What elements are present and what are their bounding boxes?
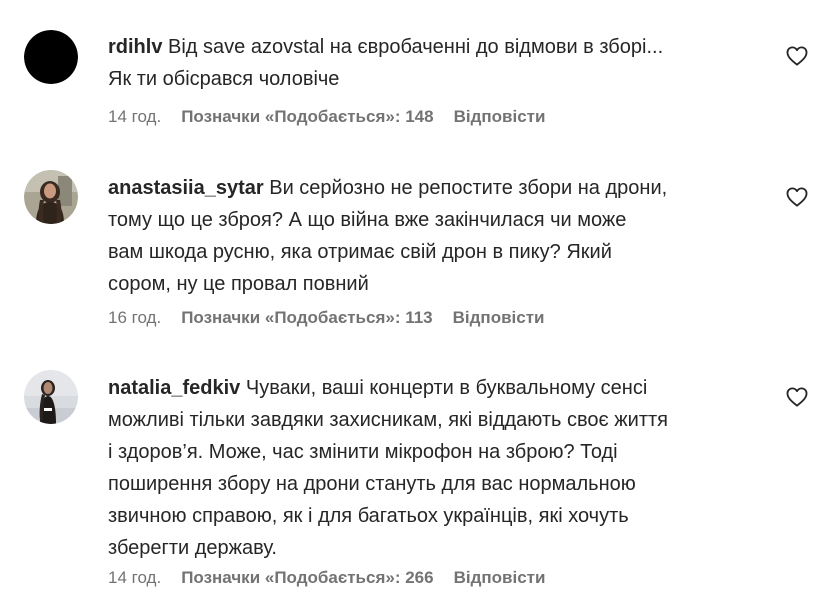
comment-item: anastasiia_sytar Ви серйозно не репостит… xyxy=(0,160,824,360)
comment-body: anastasiia_sytar Ви серйозно не репостит… xyxy=(108,172,768,300)
comment-likes[interactable]: Позначки «Подобається»: 266 xyxy=(181,568,433,588)
comment-item: natalia_fedkiv Чуваки, ваші концерти в б… xyxy=(0,360,824,600)
comment-username[interactable]: anastasiia_sytar xyxy=(108,177,264,199)
comment-meta: 16 год. Позначки «Подобається»: 113 Відп… xyxy=(108,308,545,328)
comment-body: rdihlv Від save azovstal на євробаченні … xyxy=(108,31,768,95)
reply-button[interactable]: Відповісти xyxy=(453,308,545,328)
avatar[interactable] xyxy=(24,170,78,224)
comment-meta: 14 год. Позначки «Подобається»: 148 Відп… xyxy=(108,107,545,127)
comment-text: Від save azovstal на євробаченні до відм… xyxy=(108,36,664,90)
comment-time[interactable]: 14 год. xyxy=(108,568,161,588)
comment-body: natalia_fedkiv Чуваки, ваші концерти в б… xyxy=(108,372,768,564)
avatar[interactable] xyxy=(24,30,78,84)
reply-button[interactable]: Відповісти xyxy=(454,568,546,588)
avatar[interactable] xyxy=(24,370,78,424)
heart-outline-icon[interactable] xyxy=(786,187,810,209)
comment-text-block: rdihlv Від save azovstal на євробаченні … xyxy=(108,31,768,95)
comment-time[interactable]: 14 год. xyxy=(108,107,161,127)
comment-likes[interactable]: Позначки «Подобається»: 113 xyxy=(181,308,432,328)
comment-text-block: natalia_fedkiv Чуваки, ваші концерти в б… xyxy=(108,372,768,564)
reply-button[interactable]: Відповісти xyxy=(454,107,546,127)
heart-outline-icon[interactable] xyxy=(786,46,810,68)
comment-text-block: anastasiia_sytar Ви серйозно не репостит… xyxy=(108,172,768,300)
comment-meta: 14 год. Позначки «Подобається»: 266 Відп… xyxy=(108,568,545,588)
comment-username[interactable]: rdihlv xyxy=(108,36,162,58)
comment-text: Чуваки, ваші концерти в буквальному сенс… xyxy=(108,377,668,559)
comment-item: rdihlv Від save azovstal на євробаченні … xyxy=(0,0,824,160)
comment-username[interactable]: natalia_fedkiv xyxy=(108,377,240,399)
comment-time[interactable]: 16 год. xyxy=(108,308,161,328)
heart-outline-icon[interactable] xyxy=(786,387,810,409)
comment-likes[interactable]: Позначки «Подобається»: 148 xyxy=(181,107,433,127)
